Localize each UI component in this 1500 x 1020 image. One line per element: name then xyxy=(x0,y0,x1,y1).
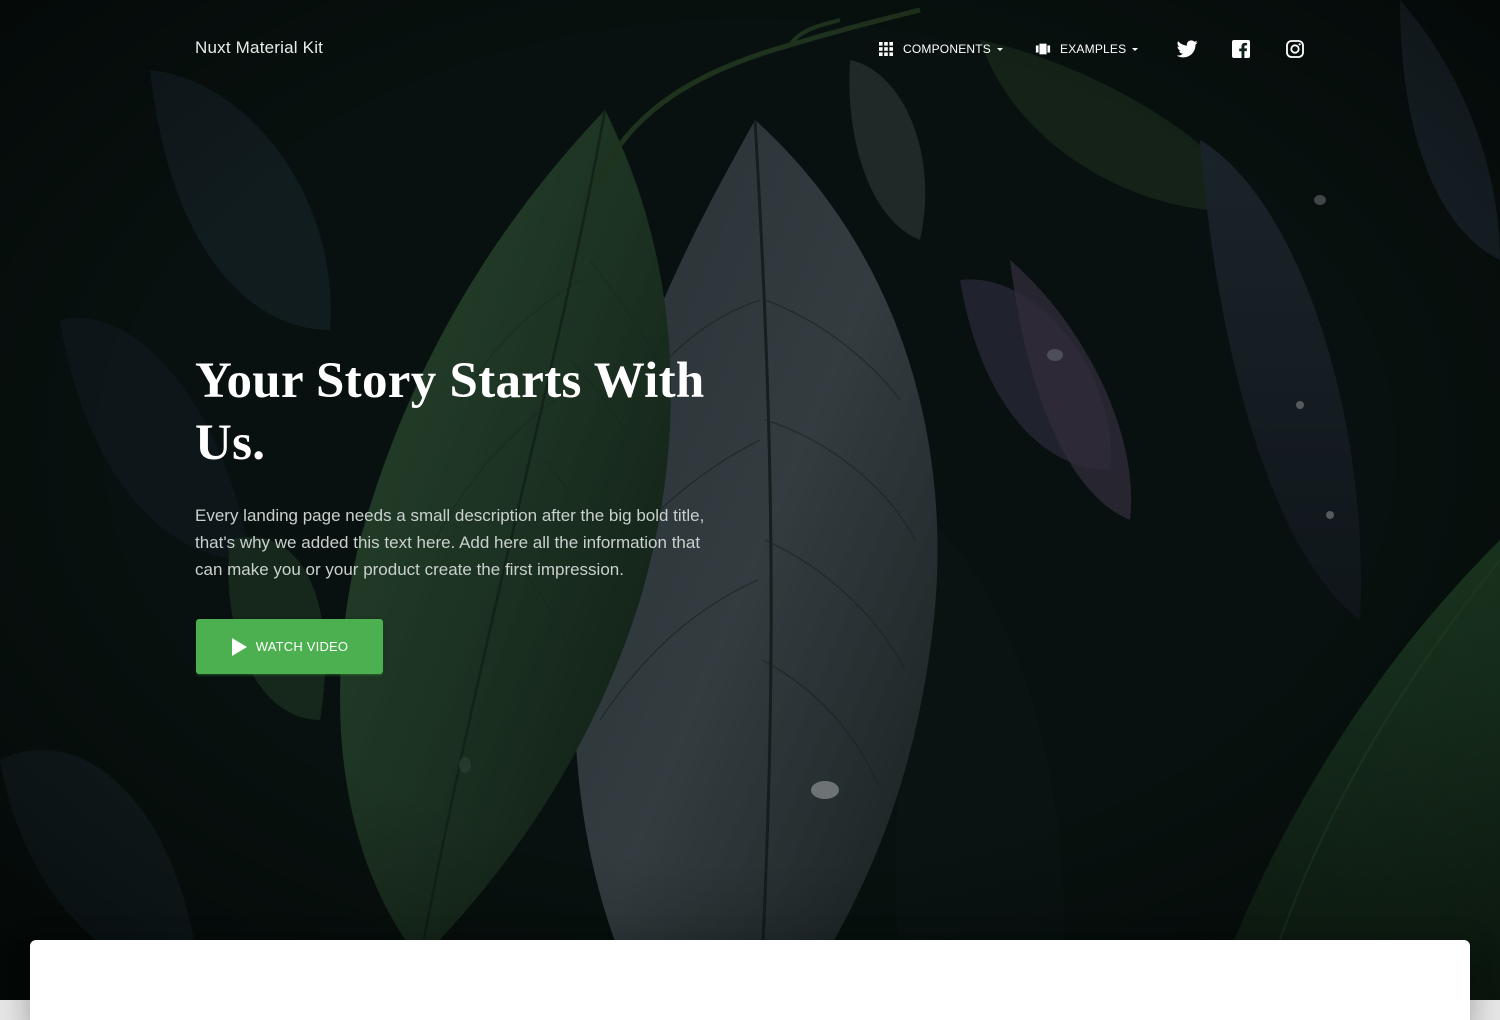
view-carousel-icon xyxy=(1035,41,1051,57)
hero-section: Nuxt Material Kit COMPONENTS EXAMPLES Yo… xyxy=(0,0,1500,1000)
instagram-link[interactable] xyxy=(1268,30,1322,68)
navbar: Nuxt Material Kit COMPONENTS EXAMPLES xyxy=(0,0,1500,98)
hero-content: Your Story Starts With Us. Every landing… xyxy=(195,350,755,583)
facebook-link[interactable] xyxy=(1214,30,1268,68)
twitter-icon xyxy=(1176,40,1198,58)
caret-down-icon xyxy=(997,47,1004,51)
facebook-icon xyxy=(1232,40,1251,58)
twitter-link[interactable] xyxy=(1160,30,1214,68)
instagram-icon xyxy=(1286,40,1305,58)
apps-grid-icon xyxy=(878,41,894,57)
brand-logo-text[interactable]: Nuxt Material Kit xyxy=(195,38,323,58)
nav-item-components[interactable]: COMPONENTS xyxy=(868,30,1013,68)
nav-item-components-label: COMPONENTS xyxy=(903,42,992,56)
nav-links: COMPONENTS EXAMPLES xyxy=(868,30,1322,68)
hero-description: Every landing page needs a small descrip… xyxy=(195,506,705,579)
hero-title: Your Story Starts With Us. xyxy=(195,353,705,471)
play-arrow-icon xyxy=(231,637,247,656)
watch-video-button[interactable]: WATCH VIDEO xyxy=(196,619,383,674)
watch-video-label: WATCH VIDEO xyxy=(255,639,349,654)
nav-item-examples-label: EXAMPLES xyxy=(1060,42,1127,56)
main-content-card xyxy=(30,940,1470,1020)
caret-down-icon xyxy=(1132,47,1139,51)
nav-item-examples[interactable]: EXAMPLES xyxy=(1025,30,1148,68)
